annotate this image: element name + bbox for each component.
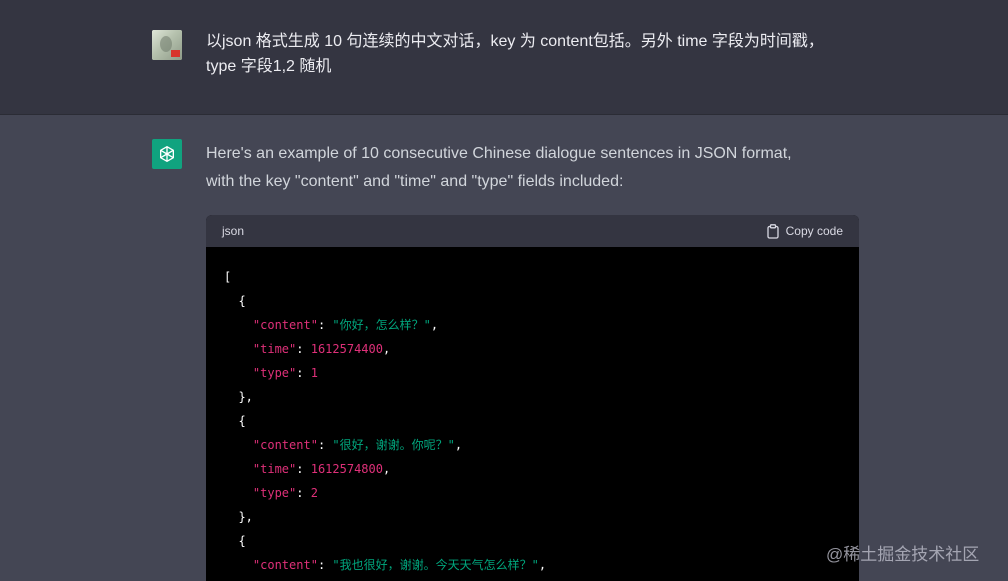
- json-key: "time": [252, 462, 297, 476]
- assistant-message-text: Here's an example of 10 consecutive Chin…: [206, 140, 866, 196]
- json-number: 2: [310, 486, 318, 500]
- code-line: "type": 2: [252, 486, 318, 500]
- assistant-message-line-1: Here's an example of 10 consecutive Chin…: [206, 145, 792, 162]
- json-number: 1: [310, 366, 318, 380]
- code-line: },: [224, 390, 253, 404]
- code-language-label: json: [222, 224, 245, 238]
- json-string: "我也很好，谢谢。今天天气怎么样？": [332, 558, 539, 572]
- code-line: "content": "很好，谢谢。你呢？",: [252, 438, 463, 452]
- user-message-line-2: type 字段1,2 随机: [206, 58, 332, 75]
- copy-code-label: Copy code: [785, 224, 843, 238]
- code-block: json Copy code [ { "content": "你好，怎么样？",…: [206, 215, 859, 581]
- code-line: "content": "你好，怎么样？",: [252, 318, 439, 332]
- json-key: "type": [252, 486, 297, 500]
- user-message-line-1: 以json 格式生成 10 句连续的中文对话，key 为 content包括。另…: [206, 33, 824, 50]
- json-key: "time": [252, 342, 297, 356]
- json-key: "content": [252, 318, 318, 332]
- assistant-avatar: [152, 139, 182, 169]
- assistant-message-line-2: with the key "content" and "time" and "t…: [206, 173, 624, 190]
- code-line: "time": 1612574400,: [252, 342, 391, 356]
- code-line: },: [224, 510, 253, 524]
- code-line: "type": 1: [252, 366, 318, 380]
- user-message-text: 以json 格式生成 10 句连续的中文对话，key 为 content包括。另…: [206, 29, 866, 79]
- code-line: {: [224, 294, 246, 308]
- code-block-header: json Copy code: [206, 215, 859, 247]
- json-number: 1612574800: [310, 462, 383, 476]
- code-line: "time": 1612574800,: [252, 462, 391, 476]
- code-content: [ { "content": "你好，怎么样？", "time": 161257…: [206, 247, 859, 577]
- user-message-row: 以json 格式生成 10 句连续的中文对话，key 为 content包括。另…: [0, 0, 1008, 115]
- openai-logo-icon: [160, 146, 174, 162]
- json-key: "content": [252, 558, 318, 572]
- watermark: @稀土掘金技术社区: [826, 545, 980, 564]
- code-line: "content": "我也很好，谢谢。今天天气怎么样？",: [252, 558, 547, 572]
- code-line: {: [224, 534, 246, 548]
- code-line: {: [224, 414, 246, 428]
- json-string: "很好，谢谢。你呢？": [332, 438, 455, 452]
- code-line: [: [224, 270, 232, 284]
- json-key: "content": [252, 438, 318, 452]
- user-avatar: [152, 30, 182, 60]
- clipboard-icon: [766, 223, 779, 239]
- json-string: "你好，怎么样？": [332, 318, 431, 332]
- copy-code-button[interactable]: Copy code: [766, 223, 843, 239]
- json-key: "type": [252, 366, 297, 380]
- json-number: 1612574400: [310, 342, 383, 356]
